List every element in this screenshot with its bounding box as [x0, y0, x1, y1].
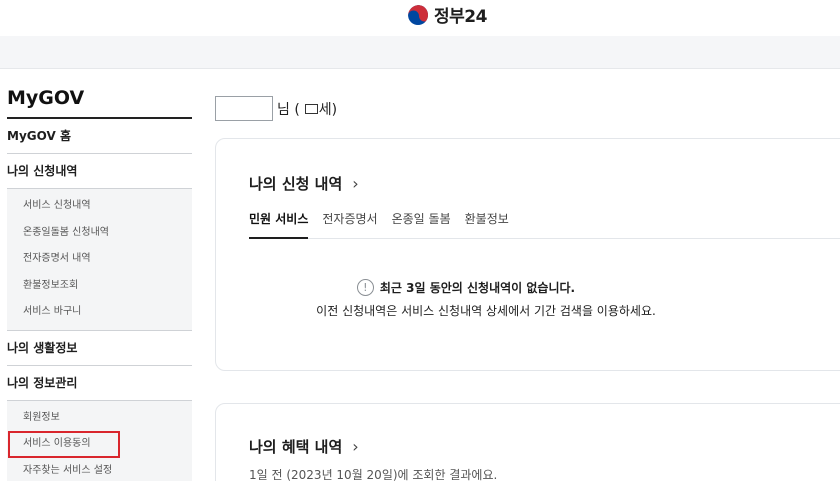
- sidebar-item-service-basket[interactable]: 서비스 바구니: [7, 299, 192, 326]
- empty-hint: 이전 신청내역은 서비스 신청내역 상세에서 기간 검색을 이용하세요.: [316, 304, 656, 318]
- sidebar-group-life-info[interactable]: 나의 생활정보: [7, 331, 192, 366]
- tab-allday-care[interactable]: 온종일 돌봄: [392, 210, 451, 239]
- tab-civil-service[interactable]: 민원 서비스: [249, 210, 309, 239]
- sidebar-item-service-applications[interactable]: 서비스 신청내역: [7, 193, 192, 220]
- application-history-card: 나의 신청 내역 › 민원 서비스 전자증명서 온종일 돌봄 환불정보 ! 최근…: [215, 138, 840, 371]
- user-greeting: 님 ( 세): [215, 96, 337, 121]
- benefit-history-title[interactable]: 나의 혜택 내역 ›: [249, 436, 359, 457]
- empty-message: 최근 3일 동안의 신청내역이 없습니다.: [379, 281, 576, 295]
- taegeuk-logo-icon: [407, 3, 429, 26]
- sidebar-submenu-my-info: 회원정보 서비스 이용동의 자주찾는 서비스 설정: [7, 400, 192, 481]
- chevron-right-icon: ›: [352, 437, 359, 456]
- age-box: [304, 103, 318, 114]
- top-header: 정부24: [0, 0, 840, 36]
- sidebar-submenu-applications: 서비스 신청내역 온종일돌봄 신청내역 전자증명서 내역 환불정보조회 서비스 …: [7, 189, 192, 331]
- gov24-logo[interactable]: 정부24: [407, 2, 487, 27]
- sidebar: MyGOV MyGOV 홈 나의 신청내역 서비스 신청내역 온종일돌봄 신청내…: [7, 86, 192, 481]
- sidebar-group-applications[interactable]: 나의 신청내역: [7, 154, 192, 189]
- application-history-title[interactable]: 나의 신청 내역 ›: [249, 173, 359, 194]
- card-title-text: 나의 신청 내역: [249, 175, 343, 193]
- tab-refund-info[interactable]: 환불정보: [465, 210, 509, 239]
- info-icon: !: [356, 279, 374, 296]
- card-title-text: 나의 혜택 내역: [249, 438, 343, 456]
- empty-state: ! 최근 3일 동안의 신청내역이 없습니다. 이전 신청내역은 서비스 신청내…: [216, 279, 840, 319]
- application-tabs: 민원 서비스 전자증명서 온종일 돌봄 환불정보: [249, 210, 840, 239]
- sidebar-group-my-info[interactable]: 나의 정보관리: [7, 366, 192, 401]
- sidebar-item-service-consent[interactable]: 서비스 이용동의: [8, 431, 120, 458]
- chevron-right-icon: ›: [352, 174, 359, 193]
- benefit-lookup-date: 1일 전 (2023년 10월 20일)에 조회한 결과에요.: [249, 468, 498, 481]
- empty-message-row: ! 최근 3일 동안의 신청내역이 없습니다.: [306, 279, 626, 296]
- header-band: [0, 36, 840, 69]
- sidebar-item-e-certificates[interactable]: 전자증명서 내역: [7, 246, 192, 273]
- benefit-history-card: 나의 혜택 내역 › 1일 전 (2023년 10월 20일)에 조회한 결과에…: [215, 403, 840, 481]
- greeting-suffix: 님 (: [277, 101, 300, 118]
- logo-text: 정부24: [434, 7, 487, 27]
- user-name-box: [215, 96, 273, 121]
- sidebar-item-favorite-services[interactable]: 자주찾는 서비스 설정: [7, 458, 192, 481]
- sidebar-item-allday-care[interactable]: 온종일돌봄 신청내역: [7, 220, 192, 247]
- sidebar-item-member-info[interactable]: 회원정보: [7, 405, 192, 432]
- tab-e-certificate[interactable]: 전자증명서: [322, 210, 377, 239]
- sidebar-title: MyGOV: [7, 86, 192, 119]
- sidebar-item-refund-info[interactable]: 환불정보조회: [7, 273, 192, 300]
- age-suffix: 세): [318, 101, 338, 118]
- sidebar-item-mygov-home[interactable]: MyGOV 홈: [7, 119, 192, 154]
